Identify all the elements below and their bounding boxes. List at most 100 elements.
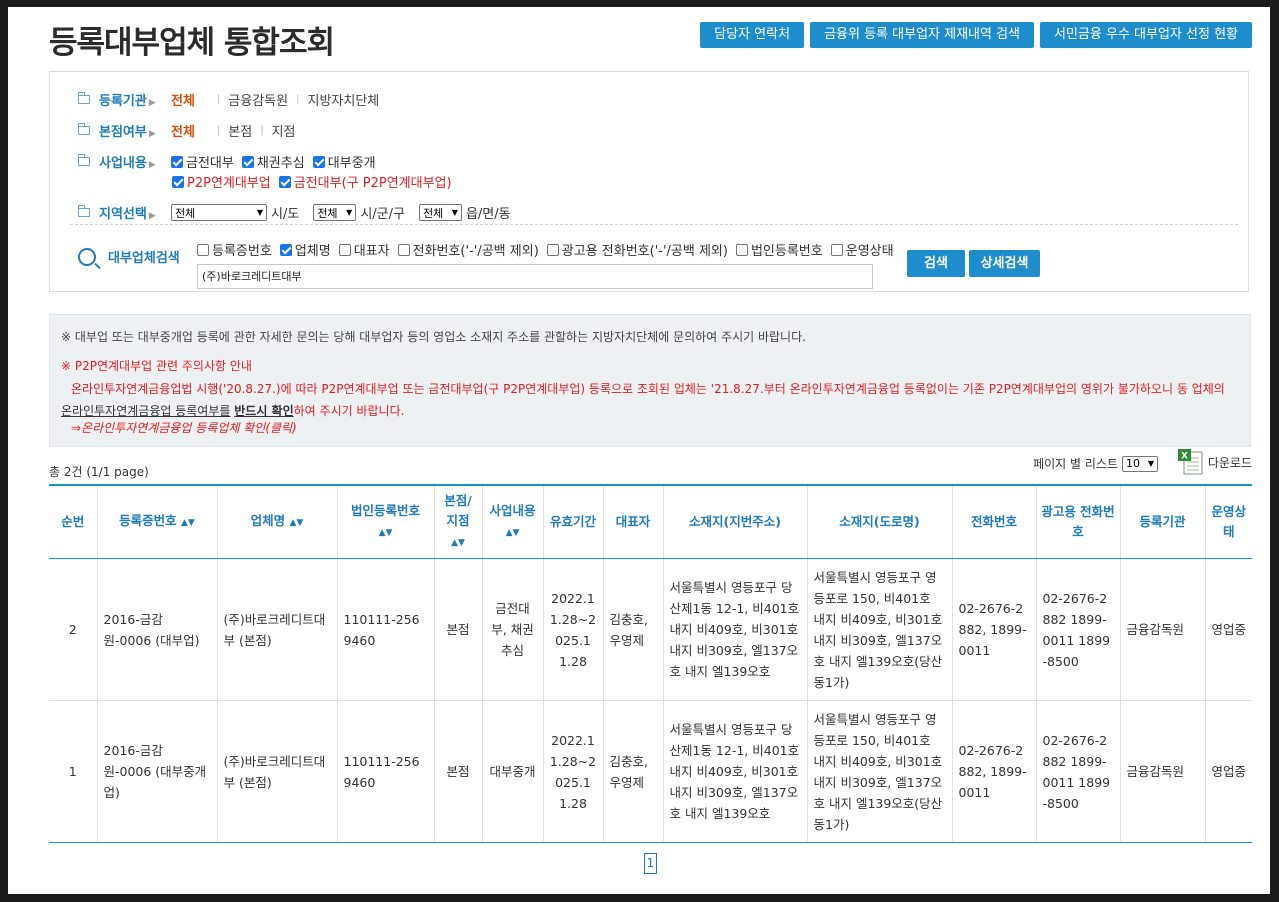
- detail-search-button[interactable]: 상세검색: [969, 250, 1040, 277]
- notice-line3: 온라인투자연계금융업법 시행('20.8.27.)에 따라 P2P연계대부업 또…: [61, 382, 1225, 418]
- col-corpno[interactable]: 법인등록번호 ▲▼: [336, 484, 434, 559]
- col-adtel: 광고용 전화번호: [1035, 484, 1120, 559]
- download-button[interactable]: X 다운로드: [1176, 448, 1252, 476]
- folder-icon: [78, 92, 90, 104]
- business-check-loan[interactable]: 금전대부: [171, 152, 234, 171]
- col-status: 운영상태: [1204, 484, 1252, 559]
- cell-rep: 김충호, 우영제: [602, 700, 663, 843]
- col-name[interactable]: 업체명 ▲▼: [216, 484, 337, 559]
- cell-corpno: 110111-2569460: [336, 700, 434, 843]
- top-buttons: 담당자 연락처 금융위 등록 대부업자 제재내역 검색 서민금융 우수 대부업자…: [700, 22, 1252, 48]
- sort-icon: ▲▼: [289, 518, 304, 528]
- cell-period: 2022.11.28~2025.11.28: [542, 700, 603, 843]
- cell-biz: 금전대부, 채권추심: [481, 558, 543, 701]
- divider: [70, 224, 1238, 225]
- filter-org-row: 등록기관 ▶ 전체 | 금융감독원 | 지방자치단체: [78, 90, 379, 109]
- cell-regno: 2016-금감원-0006 (대부중개업): [96, 700, 217, 843]
- filter-org-fss[interactable]: 금융감독원: [228, 90, 288, 109]
- sido-unit: 시/도: [271, 207, 300, 222]
- per-page-select[interactable]: 10 ▼: [1122, 455, 1158, 472]
- search-check-rep[interactable]: 대표자: [338, 240, 390, 259]
- cell-addr1: 서울특별시 영등포구 당산제1동 12-1, 비401호 내지 비409호, 비…: [662, 558, 807, 701]
- cell-addr2: 서울특별시 영등포구 영등포로 150, 비401호 내지 비409호, 비30…: [806, 700, 952, 843]
- search-check-name[interactable]: 업체명: [279, 240, 331, 259]
- filter-org-all[interactable]: 전체: [171, 90, 195, 109]
- business-check-brokerage[interactable]: 대부중개: [312, 152, 376, 171]
- search-options: 등록증번호 업체명 대표자 전화번호('-'/공백 제외) 광고용 전화번호('…: [197, 240, 902, 259]
- filter-business-label: 사업내용 ▶: [99, 156, 156, 171]
- notice-line1: ※ 대부업 또는 대부중개업 등록에 관한 자세한 문의는 당해 대부업자 등의…: [61, 330, 806, 344]
- sido-select[interactable]: 전체 ▼: [171, 204, 267, 221]
- excel-icon: X: [1177, 449, 1203, 475]
- filter-branch-label: 본점여부 ▶: [99, 125, 156, 140]
- cell-status: 영업중: [1204, 700, 1252, 843]
- search-check-regno[interactable]: 등록증번호: [197, 240, 272, 259]
- cell-branch: 본점: [433, 558, 482, 701]
- sort-icon: ▲▼: [505, 528, 520, 538]
- col-biz[interactable]: 사업내용 ▲▼: [481, 484, 543, 559]
- sanction-search-button[interactable]: 금융위 등록 대부업자 제재내역 검색: [810, 22, 1035, 48]
- filter-branch-main[interactable]: 본점: [228, 121, 252, 140]
- page: 등록대부업체 통합조회 담당자 연락처 금융위 등록 대부업자 제재내역 검색 …: [8, 7, 1270, 894]
- filter-branch-row: 본점여부 ▶ 전체 | 본점 | 지점: [78, 121, 296, 140]
- col-org: 등록기관: [1119, 484, 1205, 559]
- cell-name[interactable]: (주)바로크레디트대부 (본점): [216, 558, 337, 701]
- filter-business-row: 사업내용 ▶ 금전대부 채권추심 대부중개: [78, 152, 384, 171]
- cell-addr2: 서울특별시 영등포구 영등포로 150, 비401호 내지 비409호, 비30…: [806, 558, 952, 701]
- notice-emphasis: 반드시 확인: [234, 404, 294, 418]
- table-header-row: 순번 등록증번호 ▲▼ 업체명 ▲▼ 법인등록번호 ▲▼ 본점/지점 ▲▼ 사업내용…: [49, 484, 1252, 559]
- col-rep: 대표자: [602, 484, 663, 559]
- col-regno[interactable]: 등록증번호 ▲▼: [96, 484, 217, 559]
- filter-panel: 등록기관 ▶ 전체 | 금융감독원 | 지방자치단체 본점여부 ▶ 전체 | 본점 …: [49, 71, 1249, 292]
- result-table: 순번 등록증번호 ▲▼ 업체명 ▲▼ 법인등록번호 ▲▼ 본점/지점 ▲▼ 사업내용…: [49, 484, 1252, 843]
- sigungu-unit: 시/군/구: [360, 207, 405, 222]
- search-button[interactable]: 검색: [907, 250, 965, 277]
- business-check-p2p[interactable]: P2P연계대부업: [172, 172, 271, 191]
- search-check-tel[interactable]: 전화번호('-'/공백 제외): [397, 240, 539, 259]
- filter-branch-sub[interactable]: 지점: [272, 121, 296, 140]
- cell-name[interactable]: (주)바로크레디트대부 (본점): [216, 700, 337, 843]
- cell-branch: 본점: [433, 700, 482, 843]
- cell-org: 금융감독원: [1119, 558, 1205, 701]
- notice-link[interactable]: 온라인투자연계금융업 등록여부를: [61, 404, 230, 418]
- notice-line2: ※ P2P연계대부업 관련 주의사항 안내: [61, 359, 252, 373]
- p2p-check-link[interactable]: ⇒온라인투자연계금융업 등록업체 확인(클릭): [71, 419, 297, 436]
- filter-branch-all[interactable]: 전체: [171, 121, 195, 140]
- excellent-lender-button[interactable]: 서민금융 우수 대부업자 선정 현황: [1040, 22, 1252, 48]
- cell-period: 2022.11.28~2025.11.28: [542, 558, 603, 701]
- search-check-adtel[interactable]: 광고용 전화번호('-'/공백 제외): [546, 240, 728, 259]
- cell-corpno: 110111-2569460: [336, 558, 434, 701]
- cell-rep: 김충호, 우영제: [602, 558, 663, 701]
- business-check-old-p2p[interactable]: 금전대부(구 P2P연계대부업): [278, 172, 452, 191]
- svg-text:X: X: [1181, 452, 1188, 462]
- chevron-down-icon: ▼: [346, 208, 353, 217]
- folder-icon: [78, 123, 90, 135]
- cell-tel: 02-2676-2882, 1899-0011: [951, 700, 1036, 843]
- search-check-status[interactable]: 운영상태: [830, 240, 894, 259]
- business-check-collection[interactable]: 채권추심: [241, 152, 305, 171]
- col-branch[interactable]: 본점/지점 ▲▼: [433, 484, 482, 559]
- filter-org-local[interactable]: 지방자치단체: [307, 90, 379, 109]
- per-page: 페이지 별 리스트 10 ▼: [1033, 455, 1158, 472]
- search-check-corpno[interactable]: 법인등록번호: [735, 240, 823, 259]
- per-page-label: 페이지 별 리스트: [1033, 457, 1118, 471]
- search-input[interactable]: (주)바로크레디트대부: [197, 264, 873, 289]
- filter-region-label: 지역선택 ▶: [99, 207, 156, 222]
- page-title: 등록대부업체 통합조회: [49, 25, 335, 61]
- contact-button[interactable]: 담당자 연락처: [700, 22, 805, 48]
- dong-select[interactable]: 전체 ▼: [418, 204, 462, 221]
- cell-tel: 02-2676-2882, 1899-0011: [951, 558, 1036, 701]
- page-1-button[interactable]: 1: [644, 853, 657, 874]
- search-icon: [78, 247, 96, 266]
- table-row[interactable]: 2 2016-금감원-0006 (대부업) (주)바로크레디트대부 (본점) 1…: [49, 558, 1252, 701]
- filter-business-row2: P2P연계대부업 금전대부(구 P2P연계대부업): [172, 172, 460, 191]
- cell-org: 금융감독원: [1119, 700, 1205, 843]
- table-row[interactable]: 1 2016-금감원-0006 (대부중개업) (주)바로크레디트대부 (본점)…: [49, 700, 1252, 843]
- filter-region-row: 지역선택 ▶ 전체 ▼ 시/도 전체 ▼ 시/군/구 전체 ▼ 읍/면/동: [78, 203, 525, 222]
- chevron-down-icon: ▼: [1147, 459, 1154, 468]
- cell-regno: 2016-금감원-0006 (대부업): [96, 558, 217, 701]
- cell-no: 2: [49, 558, 97, 701]
- col-addr2: 소재지(도로명): [806, 484, 952, 559]
- chevron-down-icon: ▼: [256, 208, 263, 217]
- sigungu-select[interactable]: 전체 ▼: [313, 204, 357, 221]
